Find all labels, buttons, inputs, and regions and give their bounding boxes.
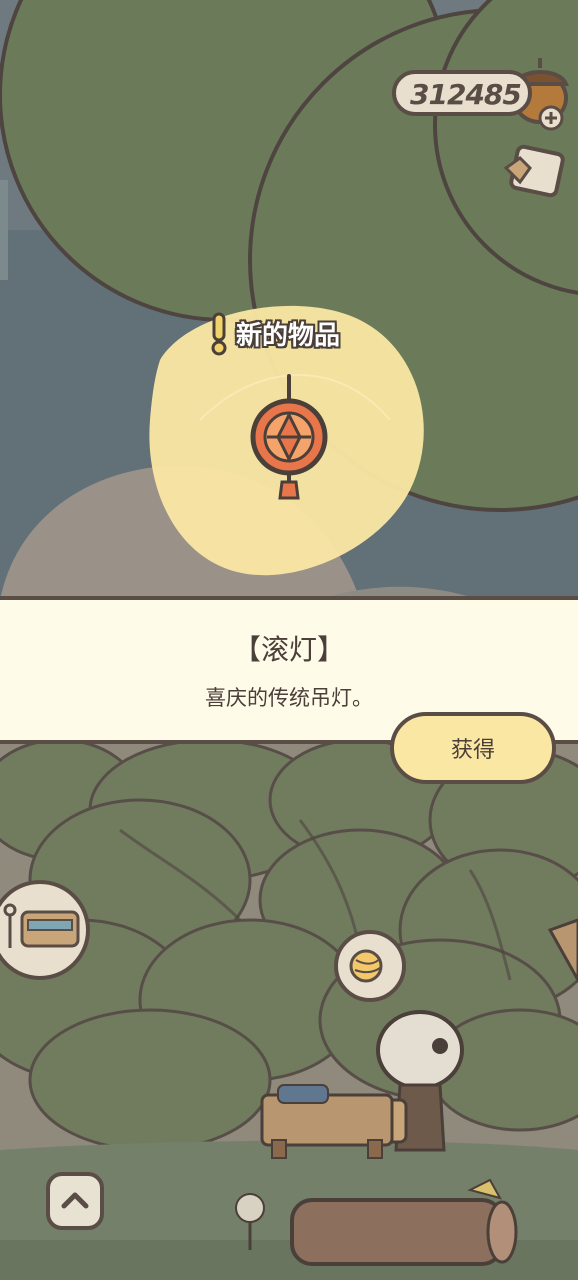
item-description: 喜庆的传统吊灯。	[205, 686, 373, 710]
exclamation-icon	[211, 312, 227, 356]
currency-counter: 312485	[392, 70, 532, 116]
new-item-text: 新的物品	[236, 320, 341, 351]
obtain-label: 获得	[450, 738, 495, 763]
chevron-up-icon	[61, 1192, 89, 1209]
item-name: 【滚灯】	[232, 633, 345, 666]
train-station-icon[interactable]	[0, 880, 90, 980]
plus-icon[interactable]	[538, 105, 564, 131]
yarn-ball-icon[interactable]	[334, 930, 406, 1002]
expand-button[interactable]	[46, 1172, 104, 1230]
currency-value: 312485	[410, 78, 522, 111]
obtain-button[interactable]: 获得	[390, 712, 556, 784]
new-item-label: 新的物品	[236, 310, 340, 356]
